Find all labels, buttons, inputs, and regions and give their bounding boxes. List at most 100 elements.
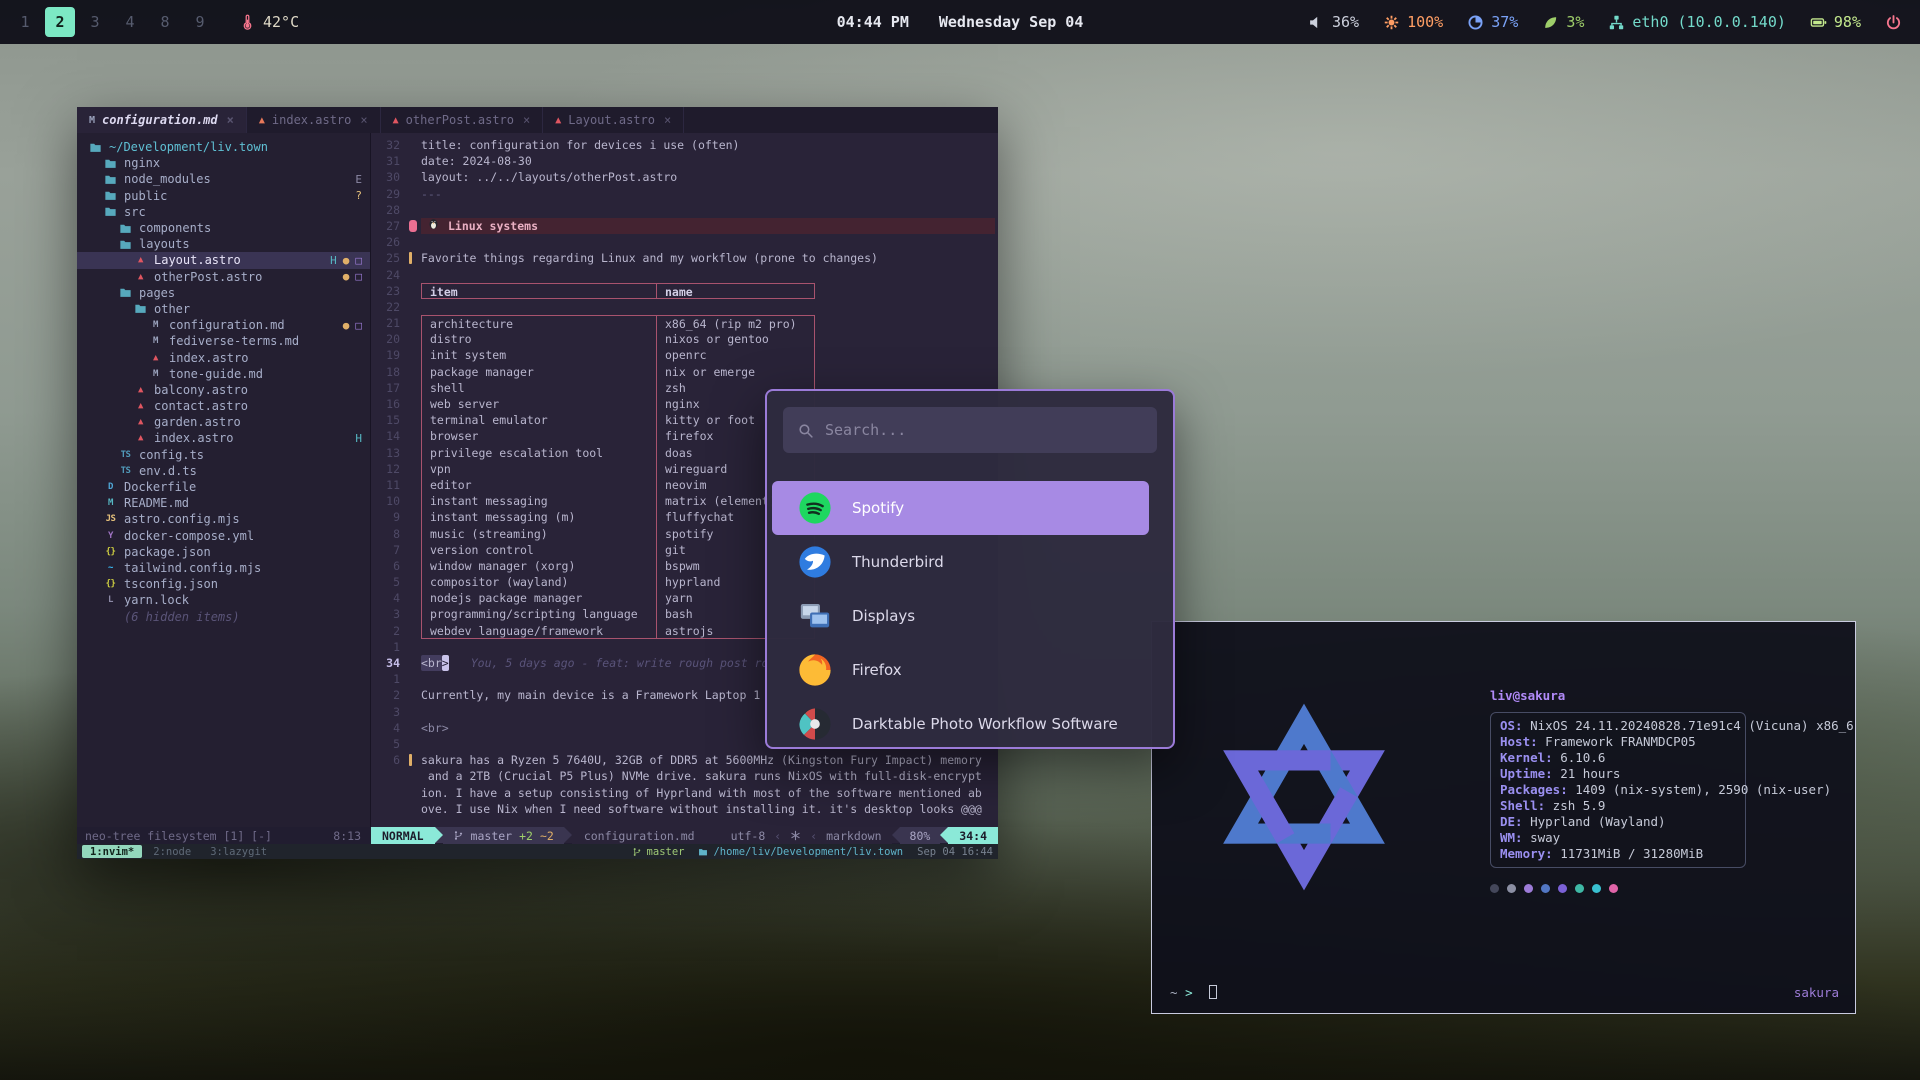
editor-line[interactable]: 25Favorite things regarding Linux and my…: [371, 250, 998, 266]
tree-item-label: garden.astro: [154, 415, 241, 429]
editor-line[interactable]: 20distronixos or gentoo: [371, 331, 998, 347]
tree-item[interactable]: node_modulesE: [77, 171, 370, 187]
disk-module[interactable]: 37%: [1467, 13, 1518, 31]
tree-item[interactable]: (6 hidden items): [77, 608, 370, 624]
workspace-button-8[interactable]: 8: [150, 7, 180, 37]
volume-module[interactable]: 36%: [1308, 13, 1359, 31]
editor-line[interactable]: ove. I use Nix when I need software with…: [371, 801, 998, 817]
tree-item[interactable]: components: [77, 220, 370, 236]
tree-item[interactable]: layouts: [77, 236, 370, 252]
tmux-right: master /home/liv/Development/liv.town Se…: [632, 846, 993, 858]
app-item-Firefox[interactable]: Firefox: [772, 643, 1149, 697]
editor-line[interactable]: ion. I have a setup consisting of Hyprla…: [371, 785, 998, 801]
gutter-sign: [409, 218, 421, 234]
tree-item[interactable]: MREADME.md: [77, 495, 370, 511]
tree-item[interactable]: other: [77, 301, 370, 317]
editor-line[interactable]: 27Linux systems: [371, 218, 998, 234]
volume-value: 36%: [1332, 13, 1359, 31]
tree-item[interactable]: src: [77, 204, 370, 220]
line-text: layout: ../../layouts/otherPost.astro: [421, 169, 677, 185]
tree-item[interactable]: D Dockerfile: [77, 479, 370, 495]
editor-line[interactable]: 21architecturex86_64 (rip m2 pro): [371, 315, 998, 331]
workspace-button-3[interactable]: 3: [80, 7, 110, 37]
tmux-window-3:lazygit[interactable]: 3:lazygit: [202, 845, 275, 858]
editor-line[interactable]: 19init systemopenrc: [371, 347, 998, 363]
cpu-module[interactable]: 3%: [1542, 13, 1584, 31]
tree-item[interactable]: ▲index.astro: [77, 349, 370, 365]
app-item-Darktable Photo Workflow Software[interactable]: Darktable Photo Workflow Software: [772, 697, 1149, 749]
editor-line[interactable]: 30layout: ../../layouts/otherPost.astro: [371, 169, 998, 185]
tree-item[interactable]: ▲balcony.astro: [77, 382, 370, 398]
tree-item[interactable]: TSconfig.ts: [77, 447, 370, 463]
brightness-module[interactable]: 100%: [1383, 13, 1443, 31]
editor-line[interactable]: 6sakura has a Ryzen 5 7640U, 32GB of DDR…: [371, 752, 998, 768]
editor-line[interactable]: 26: [371, 234, 998, 250]
tree-item[interactable]: {}package.json: [77, 544, 370, 560]
editor-line[interactable]: 22: [371, 299, 998, 315]
tree-item-label: yarn.lock: [124, 593, 189, 607]
tree-item[interactable]: Ydocker-compose.yml: [77, 528, 370, 544]
tab-close-icon[interactable]: ×: [360, 113, 367, 127]
ts-file-icon: TS: [117, 450, 134, 460]
status-mark: H: [330, 254, 337, 267]
docker-file-icon: D: [102, 482, 119, 492]
tab-close-icon[interactable]: ×: [523, 113, 530, 127]
line-number: 23: [371, 283, 409, 299]
shell-prompt[interactable]: ~ >: [1170, 985, 1217, 1000]
tree-item[interactable]: nginx: [77, 155, 370, 171]
workspace-button-1[interactable]: 1: [10, 7, 40, 37]
tree-item[interactable]: ▲garden.astro: [77, 414, 370, 430]
power-icon: [1885, 14, 1902, 31]
tmux-window-2:node[interactable]: 2:node: [145, 845, 199, 858]
line-number: 17: [371, 380, 409, 396]
line-number: 3: [371, 606, 409, 622]
editor-line[interactable]: 28: [371, 202, 998, 218]
tree-item[interactable]: Lyarn.lock: [77, 592, 370, 608]
editor-line[interactable]: 18package managernix or emerge: [371, 364, 998, 380]
tree-item[interactable]: Mconfiguration.md●□: [77, 317, 370, 333]
tree-item[interactable]: pages: [77, 285, 370, 301]
tab-Layout.astro[interactable]: ▲Layout.astro×: [543, 107, 684, 133]
editor-line[interactable]: 24: [371, 267, 998, 283]
tree-item[interactable]: ~tailwind.config.mjs: [77, 560, 370, 576]
editor-line[interactable]: and a 2TB (Crucial P5 Plus) NVMe drive. …: [371, 768, 998, 784]
color-dot: [1490, 884, 1499, 893]
tab-configuration.md[interactable]: Mconfiguration.md×: [77, 107, 247, 133]
tree-item[interactable]: public?: [77, 188, 370, 204]
tree-item[interactable]: ▲Layout.astroH●□: [77, 252, 370, 268]
tmux-window-1:nvim*[interactable]: 1:nvim*: [82, 845, 142, 858]
tree-item[interactable]: {}tsconfig.json: [77, 576, 370, 592]
tab-otherPost.astro[interactable]: ▲otherPost.astro×: [381, 107, 544, 133]
tree-item[interactable]: Mfediverse-terms.md: [77, 333, 370, 349]
tab-label: Layout.astro: [568, 113, 655, 127]
tree-item[interactable]: Mtone-guide.md: [77, 366, 370, 382]
tree-item[interactable]: TSenv.d.ts: [77, 463, 370, 479]
tree-item[interactable]: ▲otherPost.astro●□: [77, 269, 370, 285]
workspace-button-9[interactable]: 9: [185, 7, 215, 37]
launcher-search-input[interactable]: Search...: [783, 407, 1157, 453]
app-item-Displays[interactable]: Displays: [772, 589, 1149, 643]
app-item-Spotify[interactable]: Spotify: [772, 481, 1149, 535]
workspace-button-2[interactable]: 2: [45, 7, 75, 37]
tree-item[interactable]: ~/Development/liv.town: [77, 139, 370, 155]
line-number: 6: [371, 558, 409, 574]
power-module[interactable]: [1885, 14, 1902, 31]
gutter-sign: [409, 655, 421, 671]
editor-line[interactable]: 23itemname: [371, 283, 998, 299]
cpu-icon: [1542, 14, 1559, 31]
editor-line[interactable]: 29---: [371, 186, 998, 202]
network-module[interactable]: eth0 (10.0.0.140): [1608, 13, 1786, 31]
editor-line[interactable]: 31date: 2024-08-30: [371, 153, 998, 169]
tree-item[interactable]: JSastro.config.mjs: [77, 511, 370, 527]
app-item-Thunderbird[interactable]: Thunderbird: [772, 535, 1149, 589]
tree-item-label: index.astro: [169, 351, 248, 365]
tree-item-label: Dockerfile: [124, 480, 196, 494]
tab-close-icon[interactable]: ×: [227, 113, 234, 127]
battery-module[interactable]: 98%: [1810, 13, 1861, 31]
workspace-button-4[interactable]: 4: [115, 7, 145, 37]
tree-item[interactable]: ▲contact.astro: [77, 398, 370, 414]
editor-line[interactable]: 32title: configuration for devices i use…: [371, 137, 998, 153]
tab-close-icon[interactable]: ×: [664, 113, 671, 127]
tab-index.astro[interactable]: ▲index.astro×: [247, 107, 381, 133]
tree-item[interactable]: ▲index.astroH: [77, 430, 370, 446]
